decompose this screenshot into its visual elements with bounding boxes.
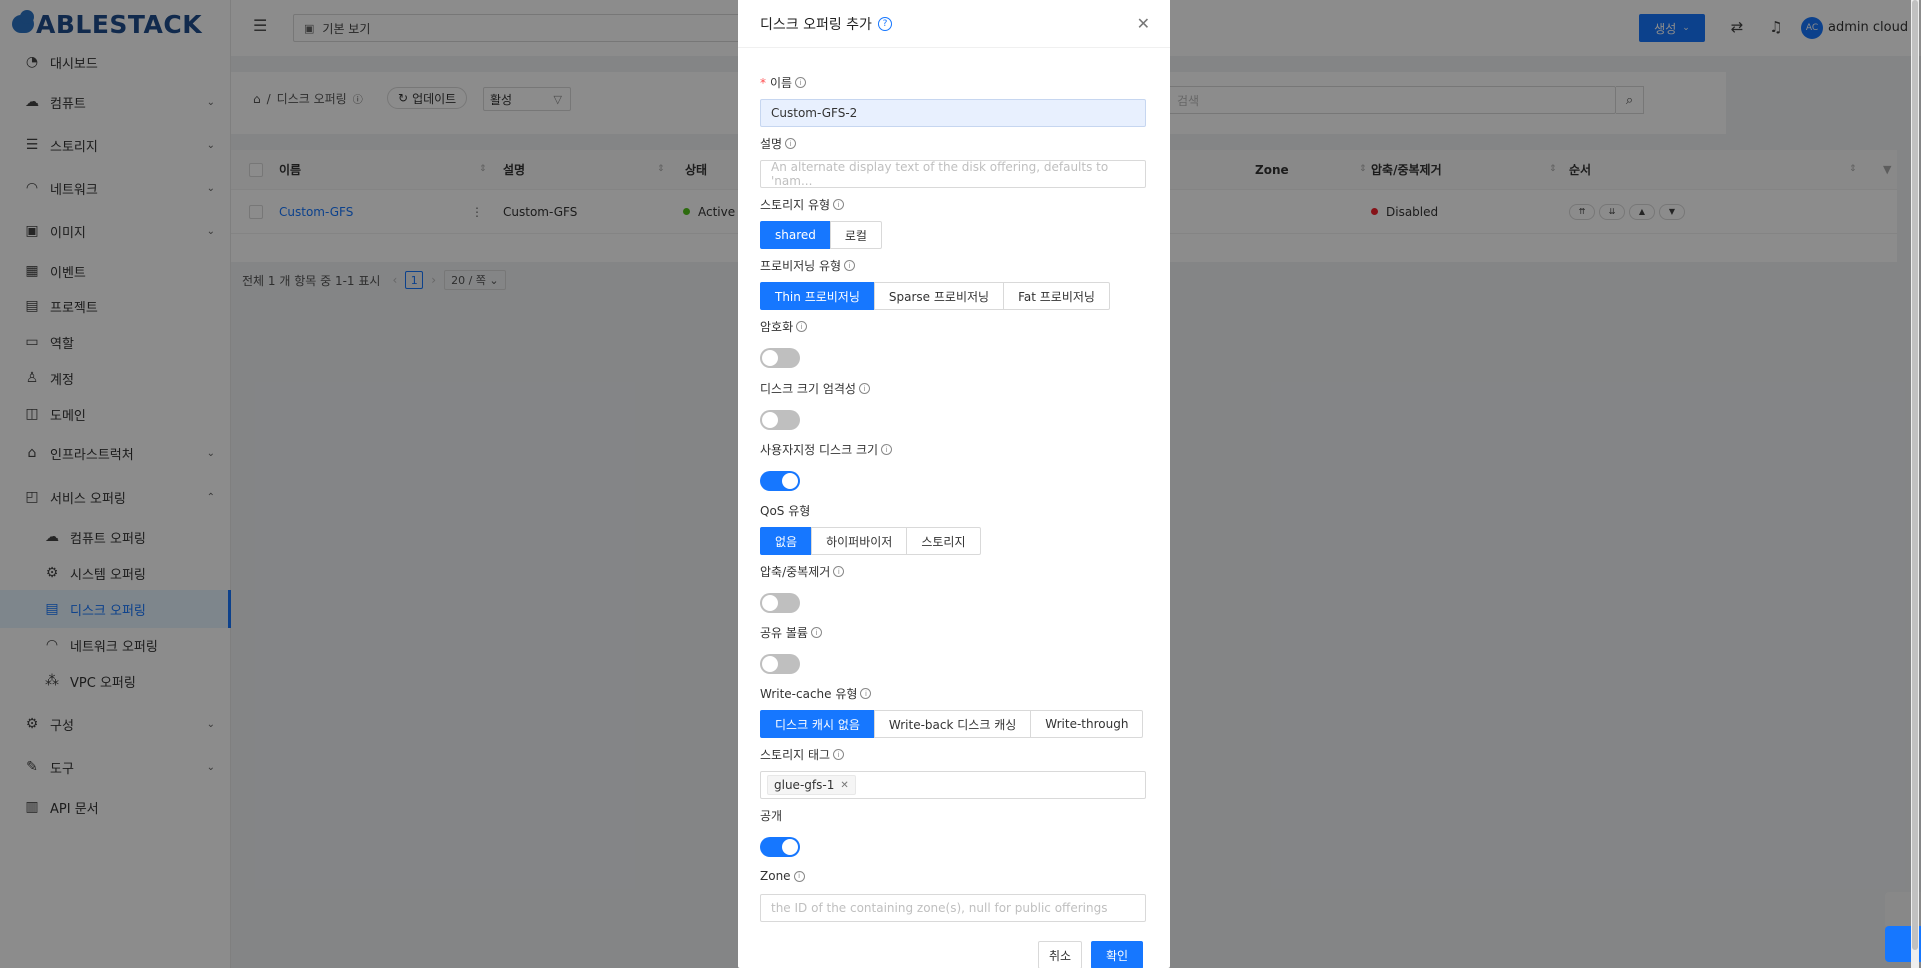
description-input[interactable]: An alternate display text of the disk of…	[760, 160, 1146, 188]
modal-header: 디스크 오퍼링 추가 ? ✕	[738, 0, 1170, 48]
storage-type-shared[interactable]: shared	[760, 221, 831, 249]
question-icon[interactable]: ?	[877, 16, 892, 31]
info-icon: i	[860, 688, 872, 699]
storage-type-local[interactable]: 로컬	[829, 221, 882, 249]
write-cache-radio-group: 디스크 캐시 없음 Write-back 디스크 캐싱 Write-throug…	[760, 710, 1144, 738]
page-scrollbar[interactable]	[1911, 0, 1919, 968]
info-icon: i	[810, 627, 822, 638]
encryption-switch[interactable]	[760, 348, 800, 368]
info-icon: i	[785, 138, 797, 149]
storage-type-label: 스토리지 유형 i	[760, 196, 845, 213]
shared-volume-label: 공유 볼륨 i	[760, 624, 822, 641]
modal-title: 디스크 오퍼링 추가	[760, 16, 872, 33]
cancel-button[interactable]: 취소	[1038, 941, 1082, 968]
provisioning-sparse[interactable]: Sparse 프로비저닝	[873, 282, 1005, 310]
zone-select[interactable]: the ID of the containing zone(s), null f…	[760, 894, 1146, 922]
dedup-label: 압축/중복제거 i	[760, 563, 845, 580]
qos-radio-group: 없음 하이퍼바이저 스토리지	[760, 527, 981, 555]
qos-hypervisor[interactable]: 하이퍼바이저	[811, 527, 908, 555]
close-icon[interactable]: ✕	[840, 780, 848, 791]
name-input[interactable]: Custom-GFS-2	[760, 99, 1146, 127]
info-icon: i	[793, 870, 805, 882]
add-disk-offering-modal: 디스크 오퍼링 추가 ? ✕ * 이름 i Custom-GFS-2 설명 i An …	[738, 0, 1170, 968]
storage-tag: glue-gfs-1 ✕	[767, 775, 856, 795]
qos-storage[interactable]: 스토리지	[906, 527, 981, 555]
encryption-label: 암호화 i	[760, 318, 808, 335]
write-cache-writeback[interactable]: Write-back 디스크 캐싱	[873, 710, 1032, 738]
info-icon: i	[795, 77, 807, 88]
write-cache-none[interactable]: 디스크 캐시 없음	[760, 710, 875, 738]
provisioning-thin[interactable]: Thin 프로비저닝	[760, 282, 875, 310]
ok-button[interactable]: 확인	[1091, 941, 1143, 968]
storage-tags-label: 스토리지 태그 i	[760, 746, 845, 763]
info-icon: i	[796, 321, 808, 332]
dedup-switch[interactable]	[760, 593, 800, 613]
qos-none[interactable]: 없음	[760, 527, 813, 555]
qos-label: QoS 유형	[760, 504, 811, 518]
info-icon: i	[833, 749, 845, 760]
custom-size-switch[interactable]	[760, 471, 800, 491]
description-label: 설명 i	[760, 135, 797, 152]
provisioning-label: 프로비저닝 유형 i	[760, 257, 856, 274]
provisioning-radio-group: Thin 프로비저닝 Sparse 프로비저닝 Fat 프로비저닝	[760, 282, 1110, 310]
zone-label: Zone i	[760, 869, 805, 883]
disk-strict-switch[interactable]	[760, 410, 800, 430]
write-cache-label: Write-cache 유형 i	[760, 685, 872, 702]
provisioning-fat[interactable]: Fat 프로비저닝	[1003, 282, 1110, 310]
close-icon[interactable]: ✕	[1137, 14, 1150, 33]
shared-volume-switch[interactable]	[760, 654, 800, 674]
storage-tags-select[interactable]: glue-gfs-1 ✕	[760, 771, 1146, 799]
storage-type-radio-group: shared 로컬	[760, 221, 882, 249]
name-label: * 이름 i	[760, 74, 807, 91]
info-icon: i	[833, 566, 845, 577]
write-cache-writethrough[interactable]: Write-through	[1030, 710, 1144, 738]
info-icon: i	[858, 383, 870, 394]
disk-strict-label: 디스크 크기 엄격성 i	[760, 380, 870, 397]
info-icon: i	[844, 260, 856, 271]
info-icon: i	[833, 199, 845, 210]
public-switch[interactable]	[760, 837, 800, 857]
public-label: 공개	[760, 809, 783, 823]
custom-size-label: 사용자지정 디스크 크기 i	[760, 441, 893, 458]
info-icon: i	[881, 444, 893, 455]
